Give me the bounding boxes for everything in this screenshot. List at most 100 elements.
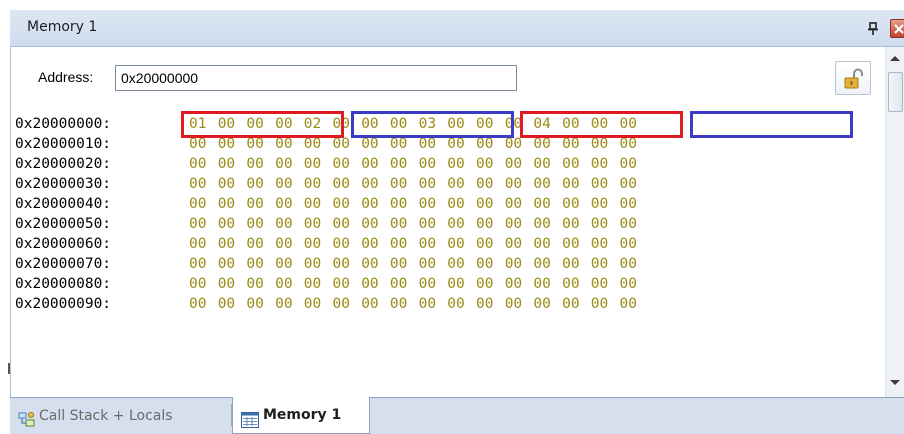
memory-byte[interactable]: 00 bbox=[620, 154, 637, 174]
memory-byte[interactable]: 00 bbox=[591, 254, 608, 274]
memory-byte[interactable]: 00 bbox=[246, 134, 263, 154]
memory-byte[interactable]: 00 bbox=[505, 114, 522, 134]
memory-byte[interactable]: 00 bbox=[361, 114, 378, 134]
memory-row[interactable]: 0x20000040: 00 00 00 00 00 00 00 00 00 00 00 00 00 00 0… bbox=[15, 194, 875, 214]
memory-byte[interactable]: 00 bbox=[562, 274, 579, 294]
memory-byte[interactable]: 00 bbox=[505, 294, 522, 314]
memory-byte[interactable]: 00 bbox=[419, 274, 436, 294]
tab-memory-1[interactable]: Memory 1 bbox=[232, 397, 370, 434]
memory-row[interactable]: 0x20000090: 00 00 00 00 00 00 00 00 00 00 00 00 00 00 0… bbox=[15, 294, 875, 314]
memory-byte[interactable]: 00 bbox=[304, 174, 321, 194]
memory-row[interactable]: 0x20000050: 00 00 00 00 00 00 00 00 00 00 00 00 00 00 0… bbox=[15, 214, 875, 234]
memory-byte[interactable]: 00 bbox=[275, 254, 292, 274]
memory-byte[interactable]: 00 bbox=[620, 274, 637, 294]
memory-byte[interactable]: 00 bbox=[591, 174, 608, 194]
memory-byte[interactable]: 00 bbox=[333, 254, 350, 274]
memory-byte[interactable]: 00 bbox=[533, 234, 550, 254]
memory-byte[interactable]: 00 bbox=[533, 154, 550, 174]
memory-byte[interactable]: 00 bbox=[189, 234, 206, 254]
memory-byte[interactable]: 00 bbox=[591, 294, 608, 314]
memory-byte[interactable]: 00 bbox=[447, 154, 464, 174]
memory-byte[interactable]: 00 bbox=[333, 174, 350, 194]
memory-byte[interactable]: 00 bbox=[476, 294, 493, 314]
memory-byte[interactable]: 00 bbox=[419, 154, 436, 174]
address-input[interactable]: 0x20000000 bbox=[115, 65, 517, 91]
memory-byte[interactable]: 00 bbox=[620, 234, 637, 254]
memory-byte[interactable]: 00 bbox=[390, 134, 407, 154]
memory-byte[interactable]: 00 bbox=[218, 274, 235, 294]
memory-byte[interactable]: 00 bbox=[304, 134, 321, 154]
memory-byte[interactable]: 00 bbox=[275, 194, 292, 214]
memory-byte[interactable]: 00 bbox=[533, 274, 550, 294]
memory-row[interactable]: 0x20000060: 00 00 00 00 00 00 00 00 00 00 00 00 00 00 0… bbox=[15, 234, 875, 254]
memory-byte[interactable]: 00 bbox=[275, 234, 292, 254]
memory-byte[interactable]: 00 bbox=[361, 294, 378, 314]
memory-byte[interactable]: 00 bbox=[505, 134, 522, 154]
memory-byte[interactable]: 00 bbox=[505, 214, 522, 234]
memory-byte[interactable]: 00 bbox=[333, 214, 350, 234]
memory-row[interactable]: 0x20000070: 00 00 00 00 00 00 00 00 00 00 00 00 00 00 0… bbox=[15, 254, 875, 274]
memory-byte[interactable]: 00 bbox=[189, 214, 206, 234]
memory-byte[interactable]: 00 bbox=[390, 234, 407, 254]
memory-byte[interactable]: 00 bbox=[533, 214, 550, 234]
memory-byte[interactable]: 00 bbox=[189, 254, 206, 274]
memory-byte[interactable]: 00 bbox=[505, 194, 522, 214]
memory-byte[interactable]: 00 bbox=[591, 154, 608, 174]
memory-byte[interactable]: 00 bbox=[591, 114, 608, 134]
memory-byte[interactable]: 00 bbox=[246, 274, 263, 294]
memory-row[interactable]: 0x20000020: 00 00 00 00 00 00 00 00 00 00 00 00 00 00 0… bbox=[15, 154, 875, 174]
memory-byte[interactable]: 00 bbox=[562, 194, 579, 214]
memory-byte[interactable]: 00 bbox=[333, 194, 350, 214]
memory-byte[interactable]: 00 bbox=[620, 174, 637, 194]
memory-byte[interactable]: 00 bbox=[620, 194, 637, 214]
vertical-scrollbar[interactable] bbox=[885, 47, 904, 397]
memory-byte[interactable]: 00 bbox=[447, 134, 464, 154]
memory-byte[interactable]: 00 bbox=[447, 274, 464, 294]
memory-byte[interactable]: 00 bbox=[218, 294, 235, 314]
memory-byte[interactable]: 00 bbox=[246, 114, 263, 134]
memory-byte[interactable]: 00 bbox=[447, 114, 464, 134]
memory-byte[interactable]: 00 bbox=[189, 134, 206, 154]
memory-byte[interactable]: 00 bbox=[390, 114, 407, 134]
memory-row[interactable]: 0x20000080: 00 00 00 00 00 00 00 00 00 00 00 00 00 00 0… bbox=[15, 274, 875, 294]
memory-byte[interactable]: 01 bbox=[189, 114, 206, 134]
memory-byte[interactable]: 00 bbox=[476, 234, 493, 254]
memory-byte[interactable]: 00 bbox=[533, 134, 550, 154]
memory-byte[interactable]: 00 bbox=[591, 274, 608, 294]
memory-byte[interactable]: 00 bbox=[447, 234, 464, 254]
tab-call-stack-locals[interactable]: Call Stack + Locals bbox=[10, 398, 230, 434]
memory-byte[interactable]: 00 bbox=[390, 194, 407, 214]
memory-byte[interactable]: 00 bbox=[562, 174, 579, 194]
scroll-up-arrow-icon[interactable] bbox=[890, 56, 900, 61]
memory-byte[interactable]: 00 bbox=[333, 234, 350, 254]
memory-byte[interactable]: 00 bbox=[304, 274, 321, 294]
memory-byte[interactable]: 00 bbox=[304, 194, 321, 214]
memory-row[interactable]: 0x20000000: 01 00 00 00 02 00 00 00 03 00 00 00 04 00 0… bbox=[15, 114, 875, 134]
memory-byte[interactable]: 00 bbox=[275, 174, 292, 194]
memory-byte[interactable]: 00 bbox=[361, 154, 378, 174]
memory-byte[interactable]: 00 bbox=[275, 294, 292, 314]
memory-byte[interactable]: 00 bbox=[218, 194, 235, 214]
memory-byte[interactable]: 00 bbox=[246, 154, 263, 174]
memory-byte[interactable]: 00 bbox=[505, 274, 522, 294]
memory-byte[interactable]: 00 bbox=[419, 134, 436, 154]
memory-byte[interactable]: 00 bbox=[620, 134, 637, 154]
memory-byte[interactable]: 00 bbox=[189, 274, 206, 294]
memory-byte[interactable]: 00 bbox=[246, 194, 263, 214]
memory-byte[interactable]: 00 bbox=[591, 214, 608, 234]
memory-byte[interactable]: 00 bbox=[361, 194, 378, 214]
memory-byte[interactable]: 00 bbox=[333, 134, 350, 154]
memory-byte[interactable]: 00 bbox=[390, 294, 407, 314]
memory-byte[interactable]: 00 bbox=[562, 254, 579, 274]
memory-byte[interactable]: 00 bbox=[304, 154, 321, 174]
memory-byte[interactable]: 00 bbox=[304, 294, 321, 314]
memory-byte[interactable]: 00 bbox=[447, 214, 464, 234]
memory-byte[interactable]: 00 bbox=[476, 174, 493, 194]
memory-byte[interactable]: 04 bbox=[533, 114, 550, 134]
memory-byte[interactable]: 00 bbox=[218, 254, 235, 274]
memory-byte[interactable]: 00 bbox=[361, 254, 378, 274]
memory-byte[interactable]: 00 bbox=[333, 154, 350, 174]
memory-byte[interactable]: 00 bbox=[533, 194, 550, 214]
memory-row[interactable]: 0x20000010: 00 00 00 00 00 00 00 00 00 00 00 00 00 00 0… bbox=[15, 134, 875, 154]
memory-byte[interactable]: 03 bbox=[419, 114, 436, 134]
